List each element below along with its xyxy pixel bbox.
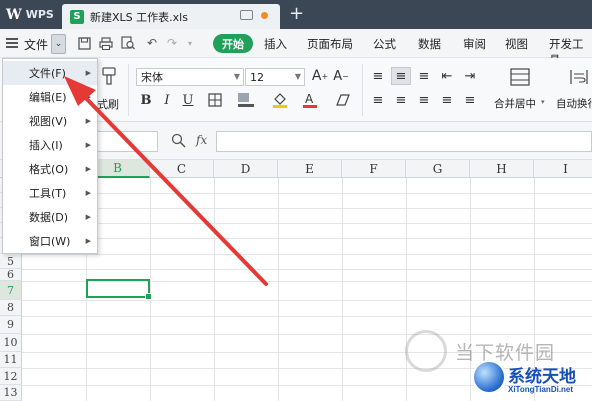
red-arrow-annotation	[64, 76, 268, 286]
arrow-shaft	[78, 90, 268, 286]
